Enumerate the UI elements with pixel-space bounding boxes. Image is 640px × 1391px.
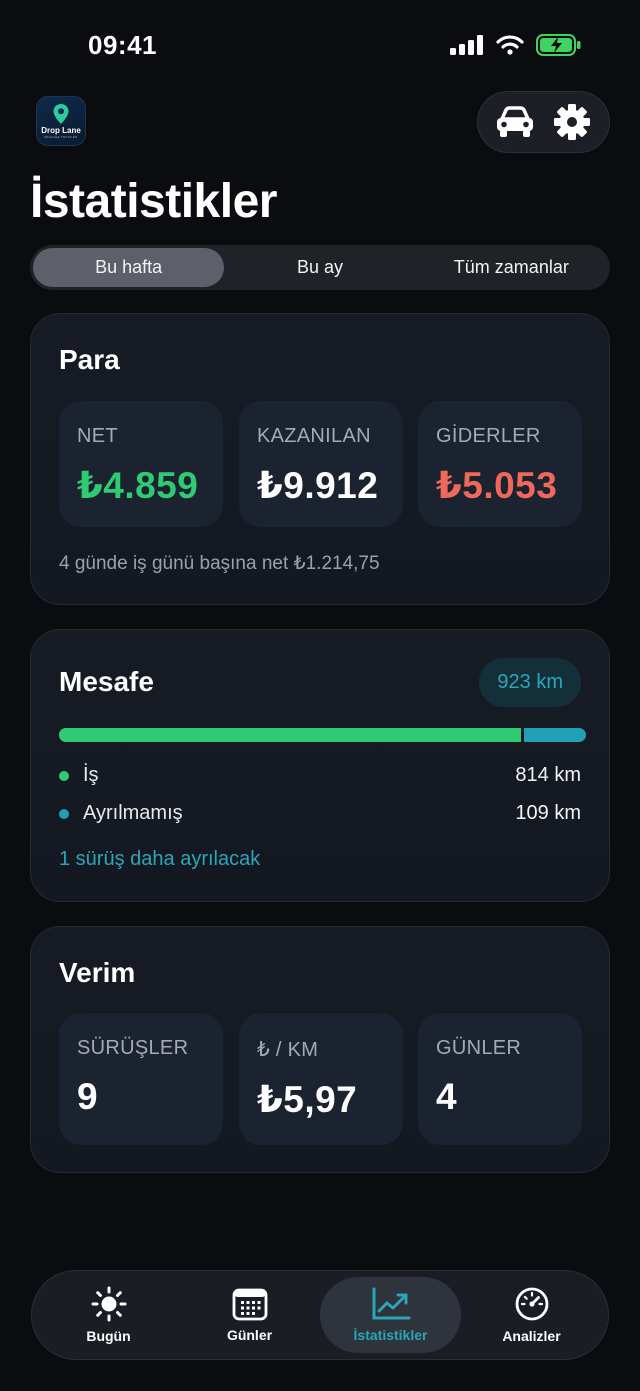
tab-today-label: Bugün [86,1328,131,1344]
tab-bar: Bugün Günler İstatistikler Analizler [31,1270,609,1360]
distance-card-title: Mesafe [59,666,154,697]
days-tile: GÜNLER 4 [418,1013,582,1145]
business-distance-fill [59,728,524,742]
logo-text: Drop Lane [41,126,81,135]
net-value: ₺4.859 [77,465,199,506]
tab-analytics-label: Analizler [502,1328,561,1344]
wifi-icon [496,35,524,55]
vehicle-button[interactable] [491,98,539,146]
net-per-day-note: 4 günde iş günü başına net ₺1.214,75 [59,553,380,574]
calendar-icon [232,1288,267,1321]
business-distance-value: 814 km [515,764,581,786]
chart-icon [372,1287,410,1320]
tab-days-label: Günler [226,1327,273,1343]
settings-button[interactable] [548,98,596,146]
location-pin-icon [53,104,69,124]
battery-icon [536,34,581,56]
gauge-icon [515,1287,548,1321]
distance-card: Mesafe 923 km İş 814 km Ayrılmamış 109 k… [30,629,610,902]
segment-all-time[interactable]: Tüm zamanlar [416,248,607,287]
per-km-label: ₺ / KM [257,1039,319,1061]
logo-subtitle: MILEAGE TRACKER [44,135,78,139]
unassigned-label: Ayrılmamış [83,802,183,824]
app-logo: Drop Lane MILEAGE TRACKER [36,96,86,146]
segment-this-week[interactable]: Bu hafta [33,248,225,287]
expenses-value: ₺5.053 [436,465,558,506]
sun-icon [91,1286,126,1322]
days-label: GÜNLER [436,1037,522,1059]
unassigned-distance-value: 109 km [515,802,581,824]
business-dot [59,770,69,781]
per-km-value: ₺5,97 [257,1079,358,1120]
legend-business: İş 814 km [59,764,581,787]
business-label: İş [83,764,99,786]
tab-days[interactable]: Günler [179,1277,320,1353]
efficiency-card: Verim SÜRÜŞLER 9 ₺ / KM ₺5,97 GÜNLER 4 [30,926,610,1173]
car-icon [496,106,533,137]
net-label: NET [77,425,118,447]
status-time: 09:41 [88,30,157,60]
pending-trips-link[interactable]: 1 sürüş daha ayrılacak [59,848,260,871]
trips-value: 9 [77,1076,99,1117]
tab-today[interactable]: Bugün [38,1277,179,1353]
page-title: İstatistikler [30,175,277,228]
tab-analytics[interactable]: Analizler [461,1277,602,1353]
days-value: 4 [436,1076,458,1117]
expenses-label: GİDERLER [436,425,541,447]
unassigned-dot [59,808,69,819]
efficiency-card-title: Verim [59,957,136,988]
net-tile: NET ₺4.859 [59,401,223,527]
gear-icon [554,104,591,140]
tab-statistics[interactable]: İstatistikler [320,1277,461,1353]
per-km-tile: ₺ / KM ₺5,97 [239,1013,403,1145]
total-distance-badge: 923 km [479,658,581,707]
status-icons [450,34,582,56]
expenses-tile: GİDERLER ₺5.053 [418,401,582,527]
earned-label: KAZANILAN [257,425,371,447]
distance-split-bar [59,728,586,742]
trips-tile: SÜRÜŞLER 9 [59,1013,223,1145]
header-actions [477,91,610,153]
period-segmented-control: Bu hafta Bu ay Tüm zamanlar [30,245,610,290]
legend-unassigned: Ayrılmamış 109 km [59,802,581,825]
money-card-title: Para [59,344,120,375]
trips-label: SÜRÜŞLER [77,1037,189,1059]
signal-icon [450,35,483,55]
segment-this-month[interactable]: Bu ay [224,248,415,287]
earned-tile: KAZANILAN ₺9.912 [239,401,403,527]
earned-value: ₺9.912 [257,465,379,506]
tab-statistics-label: İstatistikler [353,1327,428,1343]
money-card: Para NET ₺4.859 KAZANILAN ₺9.912 GİDERLE… [30,313,610,605]
